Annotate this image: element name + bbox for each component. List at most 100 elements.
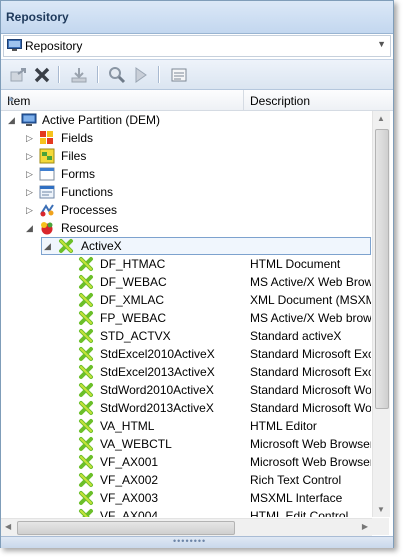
find-icon[interactable] xyxy=(107,65,127,85)
item-name: VF_AX001 xyxy=(100,455,159,469)
horizontal-scrollbar[interactable]: ◀ ▶ xyxy=(1,518,372,536)
tree-group-label: Fields xyxy=(61,131,94,145)
list-item[interactable]: DF_HTMAC HTML Document xyxy=(1,255,371,273)
expand-icon[interactable]: ▷ xyxy=(26,168,36,180)
item-name: VA_HTML xyxy=(100,419,155,433)
list-item[interactable]: VA_HTML HTML Editor xyxy=(1,417,371,435)
scroll-down-icon[interactable]: ▼ xyxy=(377,505,385,514)
properties-icon[interactable] xyxy=(169,65,189,85)
vertical-scrollbar[interactable]: ▲ ▼ xyxy=(372,111,390,517)
activex-icon xyxy=(79,491,93,505)
grip-dots-icon: •••••••• xyxy=(173,536,207,546)
selector-value: Repository xyxy=(25,39,83,53)
list-item[interactable]: STD_ACTVX Standard activeX xyxy=(1,327,371,345)
item-description: HTML Editor xyxy=(250,419,317,433)
tree-group-label: Resources xyxy=(61,221,119,235)
expand-icon[interactable]: ▷ xyxy=(26,186,36,198)
toolbar-separator xyxy=(158,66,160,83)
tree-group-resources[interactable]: ◢ Resources xyxy=(1,219,371,237)
list-item[interactable]: StdExcel2013ActiveX Standard Microsoft E… xyxy=(1,363,371,381)
item-name: VA_WEBCTL xyxy=(100,437,172,451)
item-name: FP_WEBAC xyxy=(100,311,167,325)
collapse-icon[interactable]: ◢ xyxy=(8,114,18,126)
activex-icon xyxy=(79,437,93,451)
scroll-right-icon[interactable]: ▶ xyxy=(362,522,368,531)
computer-icon xyxy=(21,113,37,126)
list-item[interactable]: DF_WEBAC MS Active/X Web Browser xyxy=(1,273,371,291)
item-name: DF_WEBAC xyxy=(100,275,167,289)
tree-group-label: Functions xyxy=(61,185,114,199)
list-item[interactable]: VF_AX001 Microsoft Web Browser xyxy=(1,453,371,471)
run-icon[interactable] xyxy=(130,65,150,85)
tree-subgroup-activex[interactable]: ◢ ActiveX xyxy=(1,237,371,255)
item-description: Microsoft Web Browser xyxy=(250,437,371,451)
list-item[interactable]: DF_XMLAC XML Document (MSXML) xyxy=(1,291,371,309)
activex-icon xyxy=(79,455,93,469)
sort-arrow-icon: ▲ xyxy=(7,94,15,103)
horizontal-scroll-thumb[interactable] xyxy=(17,521,235,535)
item-description: HTML Edit Control xyxy=(250,509,349,517)
chevron-down-icon[interactable]: ▼ xyxy=(377,39,386,49)
toolbar xyxy=(1,59,393,90)
activex-icon xyxy=(79,365,93,379)
expand-icon[interactable]: ▷ xyxy=(26,204,36,216)
list-item[interactable]: StdExcel2010ActiveX Standard Microsoft E… xyxy=(1,345,371,363)
list-item[interactable]: StdWord2010ActiveX Standard Microsoft Wo… xyxy=(1,381,371,399)
tree-group-label: Forms xyxy=(61,167,95,181)
list-item[interactable]: FP_WEBAC MS Active/X Web browser xyxy=(1,309,371,327)
vertical-scroll-thumb[interactable] xyxy=(375,129,389,409)
activex-icon xyxy=(79,329,93,343)
scroll-left-icon[interactable]: ◀ xyxy=(5,522,11,531)
list-item[interactable]: VF_AX004 HTML Edit Control xyxy=(1,507,371,517)
scroll-up-icon[interactable]: ▲ xyxy=(377,114,385,123)
column-item[interactable]: Item ▲ xyxy=(1,90,244,110)
title-bar: Repository xyxy=(1,1,393,34)
activex-icon xyxy=(79,509,93,517)
item-name: DF_XMLAC xyxy=(100,293,165,307)
check-in-icon[interactable] xyxy=(69,65,89,85)
activex-icon xyxy=(59,239,73,253)
forms-icon xyxy=(39,167,55,181)
tree-group-fields[interactable]: ▷ Fields xyxy=(1,129,371,147)
resize-grip[interactable]: •••••••• xyxy=(1,536,393,548)
item-name: DF_HTMAC xyxy=(100,257,166,271)
tree-root-label: Active Partition (DEM) xyxy=(42,113,161,127)
list-item[interactable]: VF_AX002 Rich Text Control xyxy=(1,471,371,489)
toolbar-separator xyxy=(97,66,99,83)
list-item[interactable]: VF_AX003 MSXML Interface xyxy=(1,489,371,507)
expand-icon[interactable]: ▷ xyxy=(26,150,36,162)
collapse-icon[interactable]: ◢ xyxy=(26,222,36,234)
list-item[interactable]: VA_WEBCTL Microsoft Web Browser xyxy=(1,435,371,453)
scrollbar-corner xyxy=(372,518,389,535)
delete-icon[interactable] xyxy=(32,65,52,85)
tree-group-files[interactable]: ▷ Files xyxy=(1,147,371,165)
processes-icon xyxy=(40,204,54,217)
item-name: StdWord2013ActiveX xyxy=(100,401,214,415)
window-title: Repository xyxy=(6,10,69,24)
item-name: STD_ACTVX xyxy=(100,329,171,343)
column-header: Item ▲ Description xyxy=(1,90,393,111)
item-name: StdExcel2010ActiveX xyxy=(100,347,215,361)
collapse-icon[interactable]: ◢ xyxy=(44,240,54,252)
tree-root[interactable]: ◢ Active Partition (DEM) xyxy=(1,111,371,129)
export-icon[interactable] xyxy=(9,65,29,85)
item-name: StdExcel2013ActiveX xyxy=(100,365,215,379)
tree-group-processes[interactable]: ▷ Processes xyxy=(1,201,371,219)
tree-subgroup-label: ActiveX xyxy=(81,239,122,253)
repository-selector[interactable]: Repository ▼ xyxy=(3,35,391,57)
item-description: Standard Microsoft Word xyxy=(250,383,371,397)
activex-icon xyxy=(79,347,93,361)
repository-tree: ◢ Active Partition (DEM) ▷ Fields ▷ File… xyxy=(1,111,371,517)
list-item[interactable]: StdWord2013ActiveX Standard Microsoft Wo… xyxy=(1,399,371,417)
item-description: MS Active/X Web Browser xyxy=(250,275,371,289)
tree-group-functions[interactable]: ▷ Functions xyxy=(1,183,371,201)
tree-group-forms[interactable]: ▷ Forms xyxy=(1,165,371,183)
expand-icon[interactable]: ▷ xyxy=(26,132,36,144)
item-description: HTML Document xyxy=(250,257,341,271)
tree-group-label: Files xyxy=(61,149,87,163)
item-description: Microsoft Web Browser xyxy=(250,455,371,469)
tree-group-label: Processes xyxy=(61,203,118,217)
files-icon xyxy=(39,148,55,164)
column-description[interactable]: Description xyxy=(244,90,393,110)
functions-icon xyxy=(39,185,55,199)
